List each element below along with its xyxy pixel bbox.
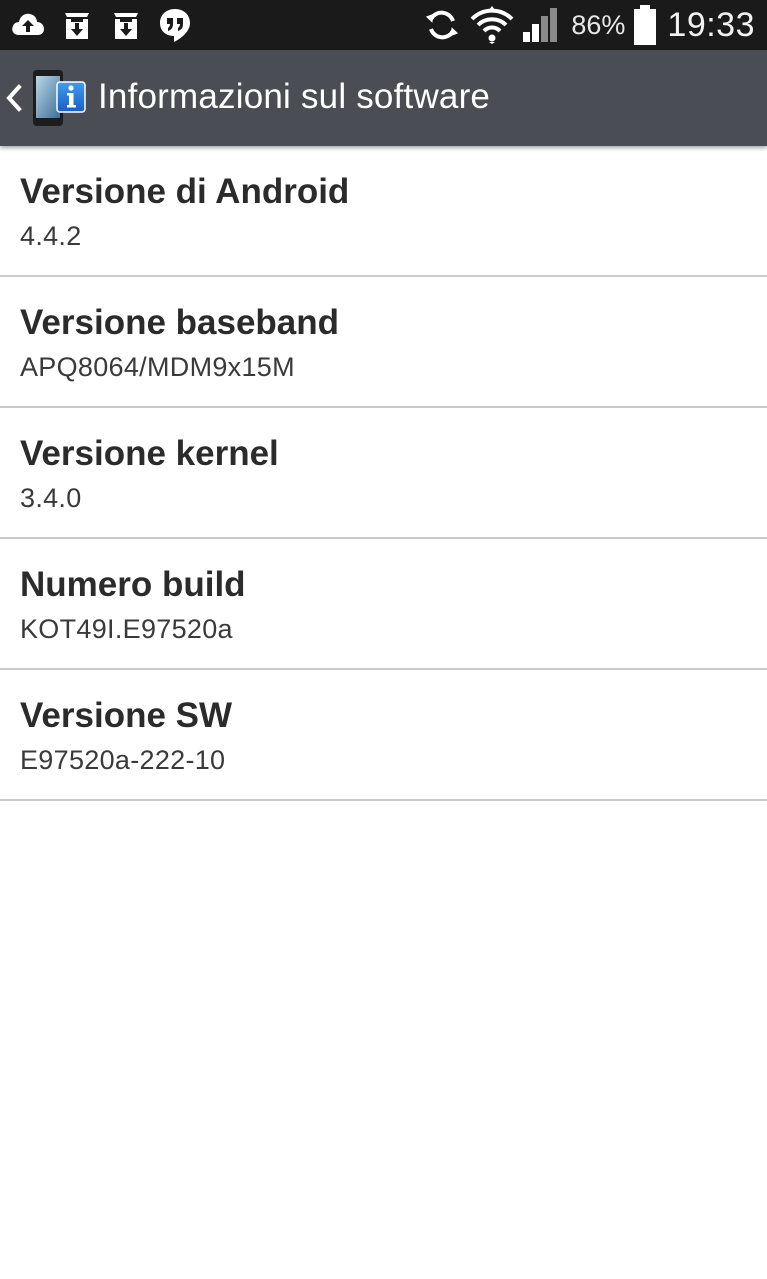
action-bar: Informazioni sul software bbox=[0, 50, 767, 146]
item-title: Versione di Android bbox=[20, 172, 350, 211]
system-icons: 86% 19:33 bbox=[423, 0, 755, 50]
signal-icon bbox=[523, 8, 558, 42]
item-title: Numero build bbox=[20, 565, 246, 604]
info-item-kernel-version[interactable]: Versione kernel 3.4.0 bbox=[0, 408, 767, 539]
page-title: Informazioni sul software bbox=[98, 77, 491, 116]
item-value: 3.4.0 bbox=[20, 483, 82, 513]
hangouts-icon bbox=[160, 9, 190, 42]
software-info-list: Versione di Android 4.4.2 Versione baseb… bbox=[0, 146, 767, 801]
info-item-baseband-version[interactable]: Versione baseband APQ8064/MDM9x15M bbox=[0, 277, 767, 408]
download-box-icon bbox=[65, 13, 89, 39]
item-value: KOT49I.E97520a bbox=[20, 614, 233, 644]
status-bar: 86% 19:33 bbox=[0, 0, 767, 50]
notification-icons bbox=[10, 7, 206, 43]
item-title: Versione baseband bbox=[20, 303, 340, 342]
cloud-upload-icon bbox=[12, 13, 44, 35]
battery-percent: 86% bbox=[571, 9, 626, 40]
sync-icon bbox=[426, 10, 459, 40]
software-info-icon[interactable] bbox=[30, 68, 90, 128]
clock: 19:33 bbox=[667, 5, 755, 44]
item-value: E97520a-222-10 bbox=[20, 745, 226, 775]
item-value: APQ8064/MDM9x15M bbox=[20, 352, 295, 382]
item-title: Versione SW bbox=[20, 696, 233, 735]
info-item-sw-version[interactable]: Versione SW E97520a-222-10 bbox=[0, 670, 767, 801]
battery-icon bbox=[634, 5, 657, 45]
wifi-icon bbox=[470, 6, 514, 44]
item-value: 4.4.2 bbox=[20, 221, 82, 251]
chevron-left-icon[interactable] bbox=[4, 84, 24, 112]
item-title: Versione kernel bbox=[20, 434, 279, 473]
info-item-android-version[interactable]: Versione di Android 4.4.2 bbox=[0, 146, 767, 277]
download-box-icon bbox=[114, 13, 138, 39]
info-item-build-number[interactable]: Numero build KOT49I.E97520a bbox=[0, 539, 767, 670]
